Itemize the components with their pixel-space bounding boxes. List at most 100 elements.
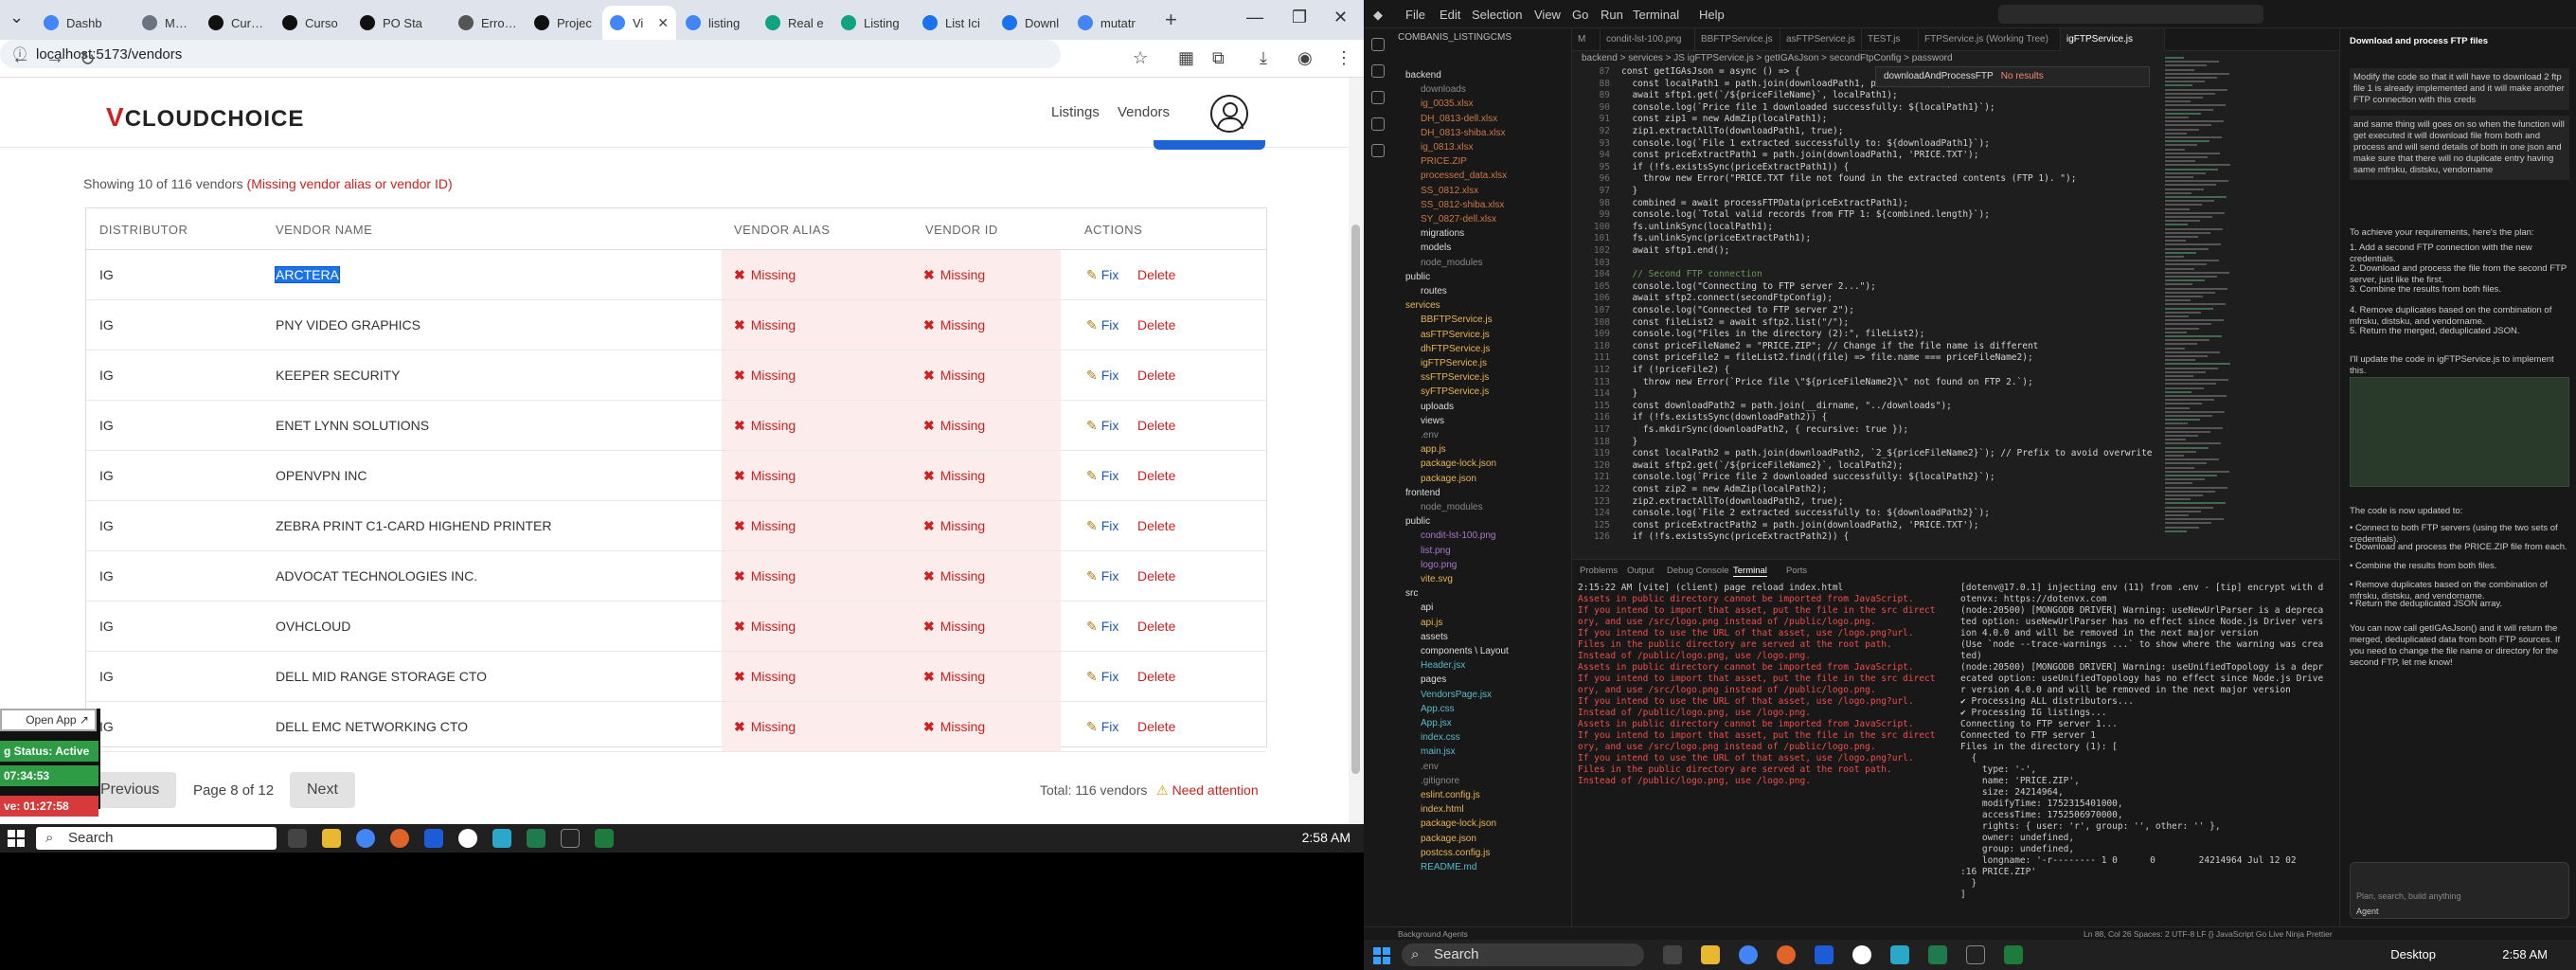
- file-tree-item[interactable]: SY_0827-dell.xlsx: [1421, 214, 1496, 225]
- cloudchoice-logo[interactable]: VCLOUDCHOICE: [106, 102, 304, 133]
- fix-button[interactable]: ✎ Fix: [1086, 468, 1118, 484]
- file-tree-item[interactable]: vite.svg: [1421, 574, 1453, 584]
- browser-tab[interactable]: List Ici: [915, 6, 993, 40]
- file-tree-item[interactable]: package-lock.json: [1421, 458, 1496, 469]
- tab-search-icon[interactable]: ⌄: [9, 8, 24, 27]
- browser-tab[interactable]: PO Sta: [352, 6, 447, 40]
- vscode-taskbar-icon[interactable]: [1890, 945, 1909, 964]
- file-tree-item[interactable]: routes: [1421, 286, 1447, 296]
- file-tree-item[interactable]: asFTPService.js: [1421, 330, 1490, 340]
- code-diff-block[interactable]: [2350, 377, 2569, 487]
- task-view-icon[interactable]: [288, 829, 307, 848]
- file-tree-item[interactable]: views: [1421, 416, 1444, 426]
- address-bar[interactable]: ⓘ localhost:5173/vendors: [0, 40, 1061, 68]
- browser-tab[interactable]: Vi ✕: [602, 6, 676, 40]
- file-tree-item[interactable]: Header.jsx: [1421, 660, 1465, 671]
- browser-tab[interactable]: Projec: [527, 6, 600, 40]
- file-tree-item[interactable]: package.json: [1421, 474, 1476, 484]
- taskbar-search[interactable]: ⌕ Search: [36, 827, 277, 850]
- panel-tab[interactable]: Problems: [1580, 566, 1618, 576]
- browser-tab[interactable]: listing: [678, 6, 756, 40]
- editor-tab[interactable]: BBFTPService.js: [1695, 28, 1780, 51]
- terminal-taskbar-icon[interactable]: [527, 829, 546, 848]
- agent-mode-select[interactable]: Agent: [2356, 907, 2379, 916]
- editor-tab[interactable]: asFTPService.js: [1780, 28, 1862, 51]
- file-tree-item[interactable]: migrations: [1421, 228, 1464, 239]
- file-tree-item[interactable]: condit-lst-100.png: [1421, 530, 1496, 541]
- file-tree-item[interactable]: dhFTPService.js: [1421, 344, 1490, 354]
- background-agents[interactable]: Background Agents: [1398, 929, 1468, 939]
- github-taskbar-icon[interactable]: [1852, 945, 1871, 964]
- file-tree-item[interactable]: ig_0813.xlsx: [1421, 142, 1474, 153]
- file-tree-item[interactable]: package-lock.json: [1421, 818, 1496, 829]
- file-tree-item[interactable]: README.md: [1421, 862, 1476, 872]
- browser-tab[interactable]: Curso: [275, 6, 350, 40]
- menu-item[interactable]: File: [1405, 8, 1425, 22]
- scroll-thumb[interactable]: [1351, 225, 1360, 774]
- page-scrollbar[interactable]: [1349, 78, 1364, 826]
- fix-button[interactable]: ✎ Fix: [1086, 518, 1118, 534]
- vscode-taskbar-icon[interactable]: [492, 829, 511, 848]
- cursor-taskbar-icon[interactable]: [561, 829, 580, 848]
- app-taskbar-icon[interactable]: [1815, 945, 1834, 964]
- browser-tab[interactable]: mutatr: [1070, 6, 1157, 40]
- firefox-taskbar-icon[interactable]: [1777, 945, 1796, 964]
- file-tree-item[interactable]: downloads: [1421, 84, 1466, 95]
- cursor-taskbar-icon[interactable]: [1966, 945, 1985, 964]
- fix-button[interactable]: ✎ Fix: [1086, 418, 1118, 434]
- chat-input-box[interactable]: Plan, search, build anything Agent: [2350, 862, 2569, 919]
- minimize-icon[interactable]: —: [1246, 8, 1263, 27]
- file-tree-item[interactable]: list.png: [1421, 546, 1451, 556]
- download-icon[interactable]: ⤓: [1260, 48, 1267, 68]
- file-tree-item[interactable]: logo.png: [1421, 560, 1457, 570]
- menu-item[interactable]: Terminal: [1633, 8, 1679, 22]
- profile-icon[interactable]: ◉: [1297, 48, 1313, 68]
- close-window-icon[interactable]: ✕: [1333, 8, 1348, 27]
- excel-taskbar-icon[interactable]: [595, 829, 614, 848]
- close-tab-icon[interactable]: ✕: [653, 15, 669, 31]
- menu-item[interactable]: View: [1534, 8, 1561, 22]
- file-tree-item[interactable]: App.jsx: [1421, 718, 1452, 728]
- file-tree-item[interactable]: node_modules: [1421, 502, 1483, 512]
- file-tree-item[interactable]: BBFTPService.js: [1421, 314, 1493, 325]
- terminal-taskbar-icon[interactable]: [1928, 945, 1947, 964]
- browser-tab[interactable]: Listing: [833, 6, 913, 40]
- file-tree-item[interactable]: main.jsx: [1421, 746, 1456, 757]
- fix-button[interactable]: ✎ Fix: [1086, 267, 1118, 283]
- menu-item[interactable]: Selection: [1472, 8, 1522, 22]
- panel-tab[interactable]: Ports: [1786, 566, 1807, 576]
- file-tree-item[interactable]: VendorsPage.jsx: [1421, 690, 1492, 700]
- file-tree-item[interactable]: App.css: [1421, 704, 1455, 714]
- extension-icon[interactable]: ▦: [1178, 48, 1194, 68]
- find-widget[interactable]: downloadAndProcessFTP No results: [1875, 66, 2150, 87]
- delete-button[interactable]: Delete: [1137, 317, 1175, 332]
- task-view-icon[interactable]: [1663, 945, 1682, 964]
- maximize-icon[interactable]: ❐: [1292, 8, 1307, 27]
- minimap[interactable]: [2159, 57, 2235, 549]
- delete-button[interactable]: Delete: [1137, 568, 1175, 584]
- terminal-right[interactable]: [dotenv@17.0.1] injecting env (11) from …: [1960, 583, 2330, 901]
- file-tree-item[interactable]: services: [1405, 300, 1440, 311]
- terminal-left[interactable]: 2:15:22 AM [vite] (client) page reload i…: [1578, 583, 1947, 787]
- file-tree-item[interactable]: processed_data.xlsx: [1421, 171, 1507, 181]
- file-tree-item[interactable]: frontend: [1405, 488, 1440, 498]
- file-tree-item[interactable]: .gitignore: [1421, 776, 1459, 786]
- delete-button[interactable]: Delete: [1137, 669, 1175, 684]
- file-tree-item[interactable]: ssFTPService.js: [1421, 372, 1489, 383]
- excel-taskbar-icon[interactable]: [2004, 945, 2023, 964]
- app-taskbar-icon[interactable]: [424, 829, 443, 848]
- panel-tab[interactable]: Terminal: [1733, 566, 1767, 577]
- browser-tab[interactable]: Downl: [994, 6, 1068, 40]
- files-icon[interactable]: [1371, 38, 1385, 51]
- file-tree-item[interactable]: api: [1421, 602, 1433, 613]
- fix-button[interactable]: ✎ Fix: [1086, 568, 1118, 584]
- delete-button[interactable]: Delete: [1137, 368, 1175, 383]
- browser-tab[interactable]: Real e: [758, 6, 832, 40]
- new-tab-icon[interactable]: +: [1165, 8, 1177, 32]
- file-tree-item[interactable]: index.css: [1421, 732, 1460, 743]
- file-tree-item[interactable]: SS_0812.xlsx: [1421, 186, 1478, 196]
- file-tree-item[interactable]: ig_0035.xlsx: [1421, 99, 1474, 109]
- file-tree-item[interactable]: pages: [1421, 674, 1446, 685]
- delete-button[interactable]: Delete: [1137, 267, 1175, 282]
- file-tree-item[interactable]: .env: [1421, 762, 1439, 772]
